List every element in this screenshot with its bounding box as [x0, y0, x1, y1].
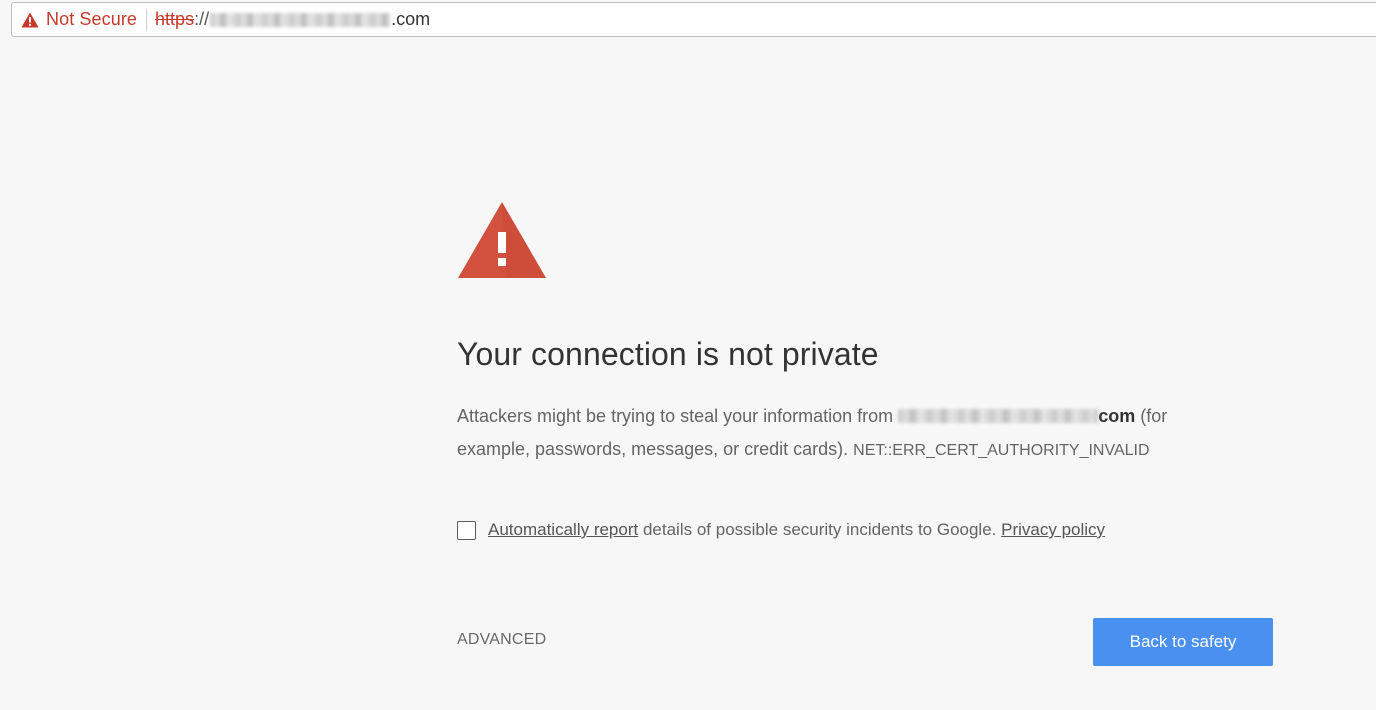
- report-checkbox[interactable]: [457, 520, 476, 540]
- error-code[interactable]: NET::ERR_CERT_AUTHORITY_INVALID: [853, 442, 1149, 459]
- message-suffix-line1: (for: [1140, 406, 1168, 426]
- warning-triangle-icon: [458, 202, 546, 278]
- message-suffix-line2: example, passwords, messages, or credit …: [457, 439, 849, 459]
- privacy-policy-link[interactable]: Privacy policy: [1001, 520, 1105, 540]
- automatic-report-link[interactable]: Automatically report: [488, 520, 638, 540]
- address-divider: [146, 8, 148, 31]
- url-tld: .com: [391, 9, 431, 29]
- security-indicator[interactable]: Not Secure: [12, 3, 137, 36]
- address-bar[interactable]: Not Secure https :// .com: [11, 2, 1376, 37]
- url-text[interactable]: https :// .com: [155, 3, 430, 36]
- url-scheme: https: [155, 9, 195, 29]
- url-separator: ://: [194, 9, 210, 29]
- report-option: Automatically report details of possible…: [457, 520, 1105, 540]
- error-message: Attackers might be trying to steal your …: [457, 400, 1257, 467]
- message-prefix: Attackers might be trying to steal your …: [457, 406, 894, 426]
- back-to-safety-button[interactable]: Back to safety: [1093, 618, 1273, 666]
- message-host-tld: com: [1098, 406, 1136, 426]
- not-secure-label: Not Secure: [46, 9, 138, 29]
- page-title: Your connection is not private: [457, 336, 879, 372]
- redacted-hostname: [898, 409, 1099, 423]
- advanced-button[interactable]: ADVANCED: [457, 631, 546, 649]
- warning-triangle-icon: [21, 12, 39, 27]
- report-description: details of possible security incidents t…: [642, 520, 997, 539]
- redacted-hostname: [210, 12, 391, 27]
